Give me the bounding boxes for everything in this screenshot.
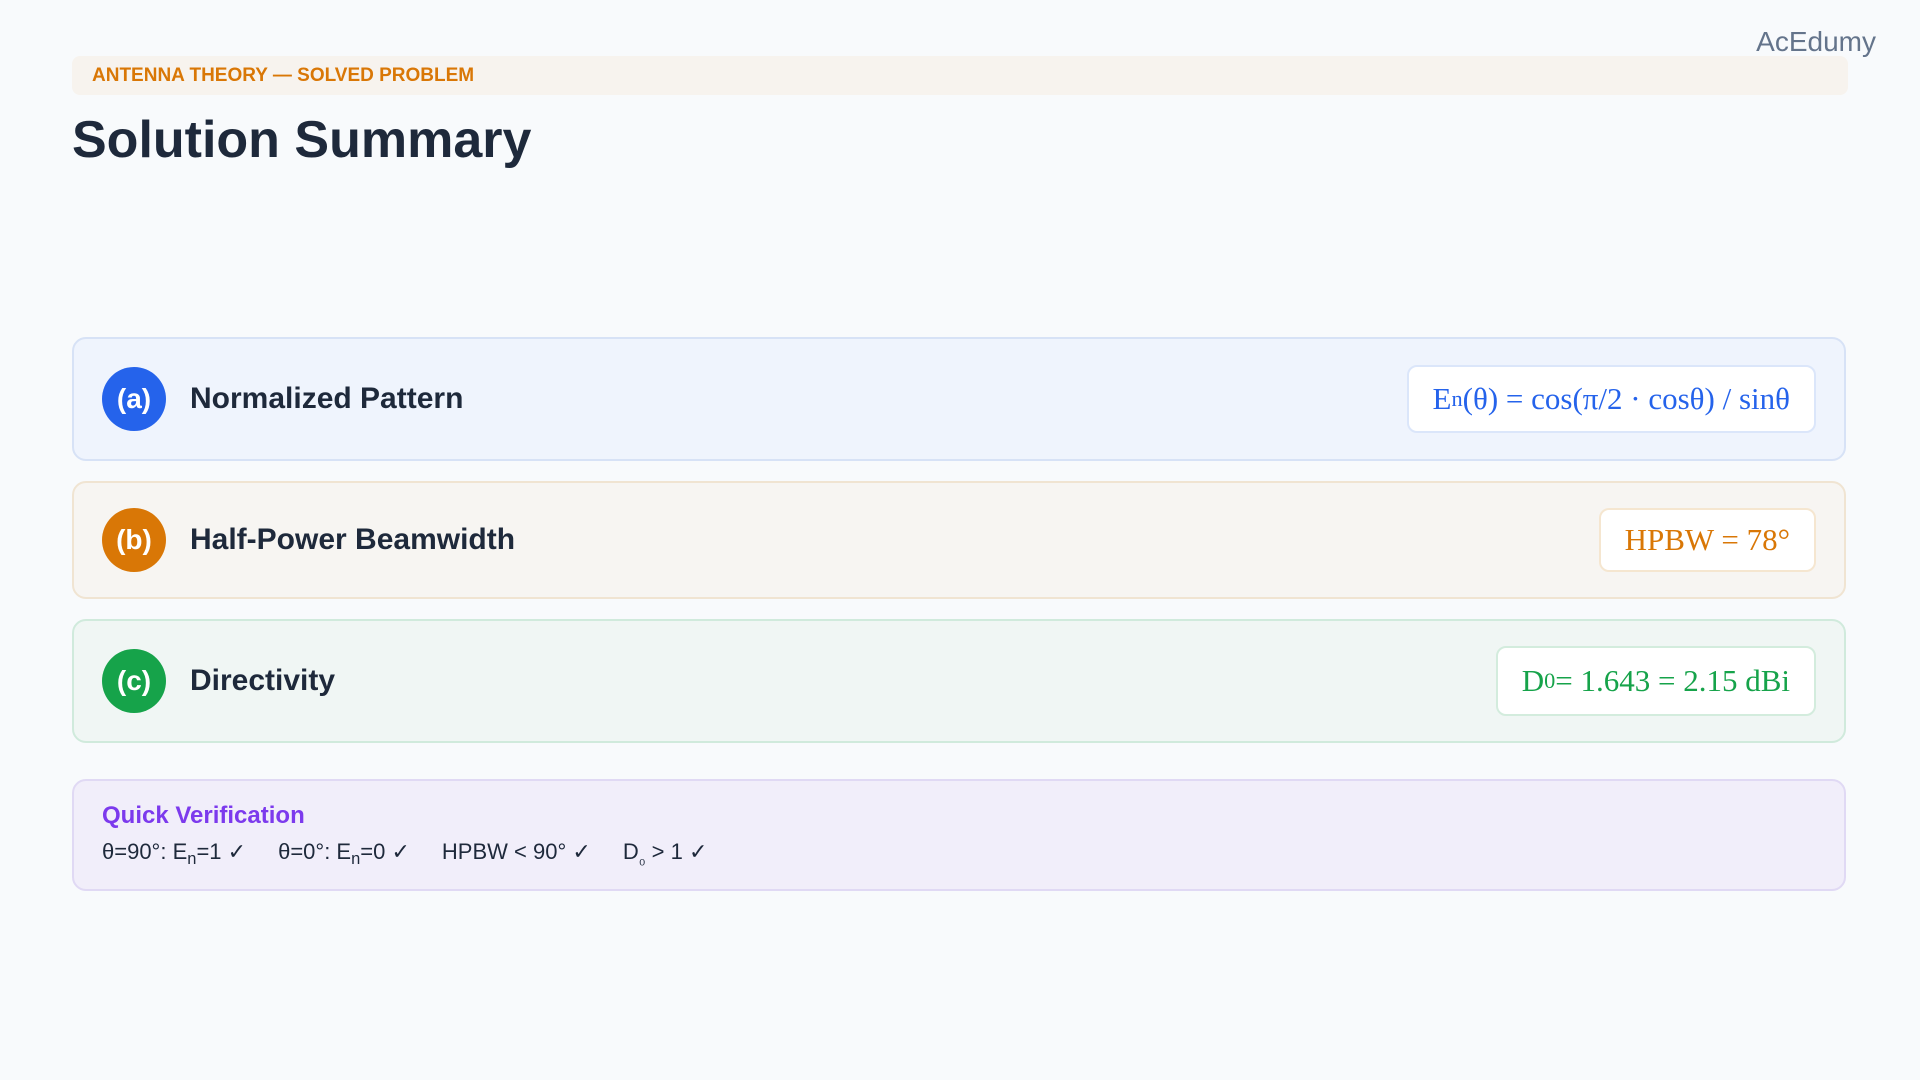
verification-title: Quick Verification [102,802,305,829]
formula-main: HPBW = 78° [1624,522,1790,557]
formula-rest: = 1.643 = 2.15 dBi [1555,663,1790,698]
section-eyebrow: ANTENNA THEORY — SOLVED PROBLEM [92,65,475,86]
check-item: θ=0°: En=0 ✓ [278,839,410,868]
formula-main: D [1521,663,1545,698]
result-card-directivity: (c) Directivity D0 = 1.643 = 2.15 dBi [72,619,1846,743]
result-label: Normalized Pattern [190,382,464,415]
verification-checks: θ=90°: En=1 ✓ θ=0°: En=0 ✓ HPBW < 90° ✓ … [102,839,707,869]
check-item: θ=90°: En=1 ✓ [102,839,247,868]
check-item: D₀ > 1 ✓ [622,839,708,868]
check-item: HPBW < 90° ✓ [441,839,591,864]
result-formula: HPBW = 78° [1598,508,1816,572]
result-formula: En (θ) = cos(π/2 · cosθ) / sinθ [1406,365,1816,433]
part-badge: (c) [102,649,166,713]
quick-verification-panel: Quick Verification θ=90°: En=1 ✓ θ=0°: E… [72,779,1846,891]
result-label: Half-Power Beamwidth [190,523,516,556]
section-eyebrow-bar: ANTENNA THEORY — SOLVED PROBLEM [72,56,1848,95]
result-label: Directivity [190,664,336,697]
result-card-half-power-beamwidth: (b) Half-Power Beamwidth HPBW = 78° [72,481,1846,599]
result-card-normalized-pattern: (a) Normalized Pattern En (θ) = cos(π/2 ·… [72,337,1846,461]
brand-logo-text: AcEdumy [1756,26,1876,57]
formula-rest: (θ) = cos(π/2 · cosθ) / sinθ [1462,381,1790,416]
formula-subscript: n [1451,386,1463,411]
formula-subscript: 0 [1544,668,1556,693]
part-badge: (b) [102,508,166,572]
part-badge: (a) [102,367,166,431]
formula-main: E [1432,381,1452,416]
result-formula: D0 = 1.643 = 2.15 dBi [1495,646,1816,716]
page-title: Solution Summary [72,111,532,169]
